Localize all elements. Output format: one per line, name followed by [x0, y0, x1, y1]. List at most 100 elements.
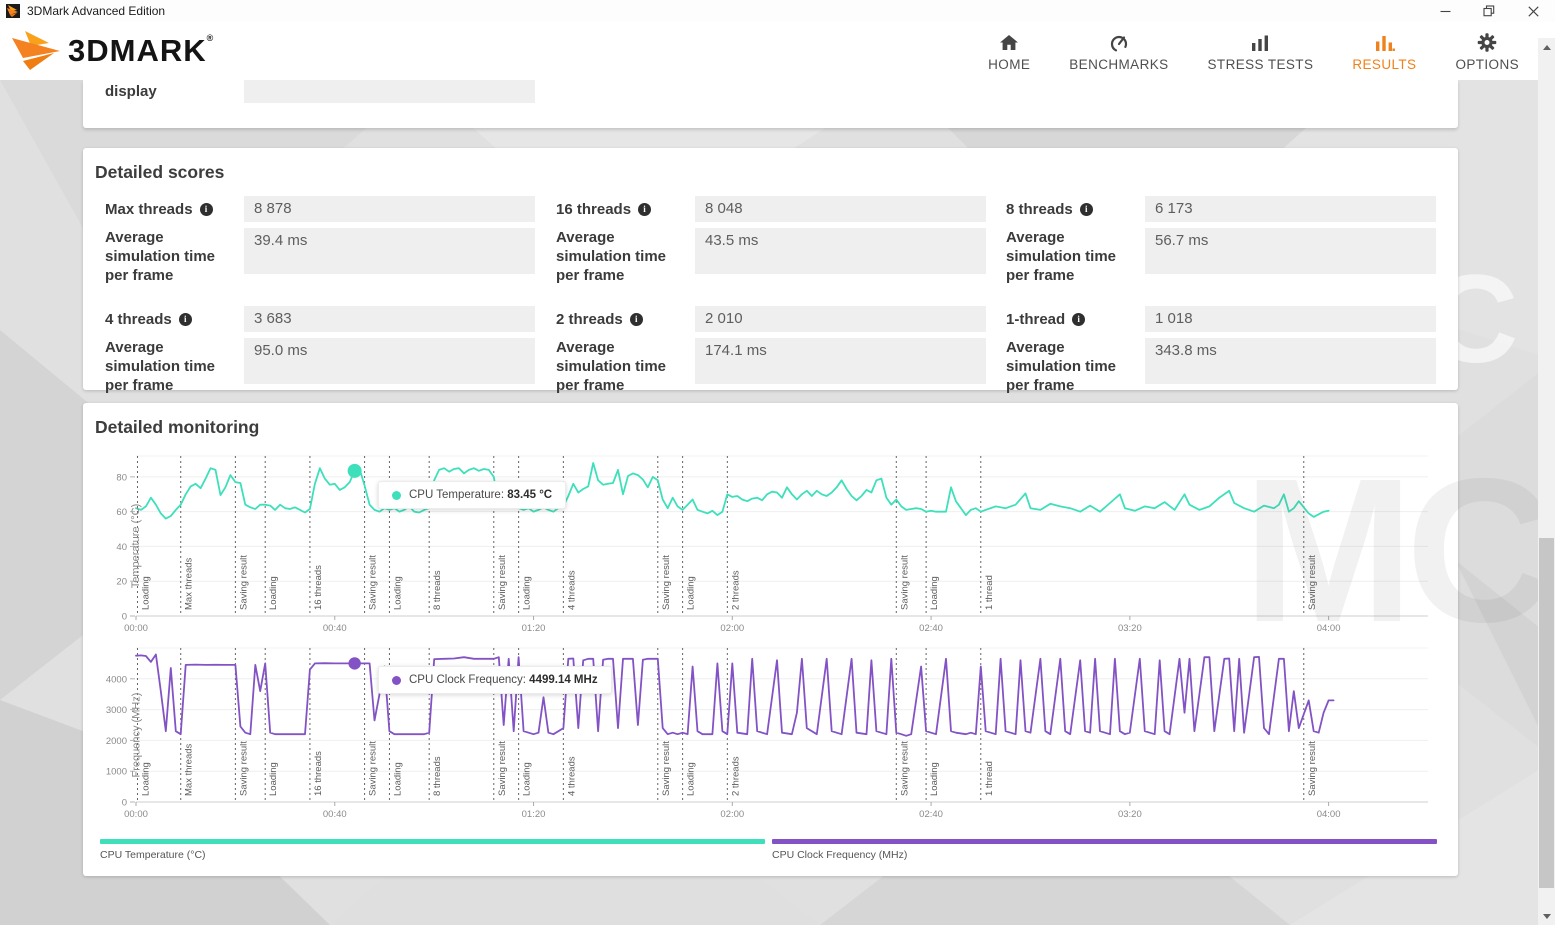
svg-text:4000: 4000	[106, 674, 127, 685]
avg-sim-time-label: Average simulation time per frame	[105, 338, 244, 395]
options-gear-icon	[1476, 31, 1498, 53]
display-label: display	[105, 83, 157, 100]
cpu-frequency-chart[interactable]: Frequency (MHz) 0100020003000400000:0000…	[100, 644, 1438, 826]
avg-sim-time-field: 95.0 ms	[244, 338, 535, 384]
detailed-monitoring-card: Detailed monitoring Temperature (°C) 020…	[83, 403, 1458, 876]
temp-tooltip: CPU Temperature: 83.45 °C	[378, 481, 566, 509]
detailed-scores-title: Detailed scores	[95, 162, 224, 183]
svg-text:1000: 1000	[106, 767, 127, 778]
svg-text:Loading: Loading	[268, 762, 279, 796]
legend-item-temperature[interactable]: CPU Temperature (°C)	[100, 839, 765, 861]
scroll-up-arrow[interactable]	[1538, 40, 1555, 54]
svg-text:Saving result: Saving result	[238, 741, 249, 796]
restore-button[interactable]	[1467, 0, 1511, 22]
info-icon[interactable]: i	[200, 203, 213, 216]
score-value-field: 8 048	[695, 196, 986, 222]
avg-sim-time-label: Average simulation time per frame	[556, 338, 695, 395]
avg-sim-time-field: 56.7 ms	[1145, 228, 1436, 274]
svg-text:03:20: 03:20	[1118, 623, 1142, 634]
nav-item-results[interactable]: RESULTS	[1352, 31, 1416, 72]
score-entry: Max threadsi8 878Average simulation time…	[105, 196, 535, 285]
freq-chart-svg: 0100020003000400000:0000:4001:2002:0002:…	[100, 644, 1438, 824]
svg-text:00:40: 00:40	[323, 623, 347, 634]
svg-text:01:20: 01:20	[522, 623, 546, 634]
score-entry: 1-threadi1 018Average simulation time pe…	[1006, 306, 1436, 395]
nav-label-options: OPTIONS	[1455, 57, 1519, 72]
svg-text:80: 80	[116, 472, 127, 483]
svg-text:1 thread: 1 thread	[984, 761, 995, 796]
detailed-scores-card: Detailed scores Max threadsi8 878Average…	[83, 148, 1458, 390]
legend-label: CPU Temperature (°C)	[100, 849, 765, 861]
svg-text:4 threads: 4 threads	[566, 756, 577, 796]
info-icon[interactable]: i	[630, 313, 643, 326]
svg-text:Saving result: Saving result	[497, 741, 508, 796]
nav-item-options[interactable]: OPTIONS	[1455, 31, 1519, 72]
svg-text:Loading: Loading	[268, 576, 279, 610]
scores-row-2: 4 threadsi3 683Average simulation time p…	[105, 306, 1438, 395]
scores-row-1: Max threadsi8 878Average simulation time…	[105, 196, 1438, 285]
nav-items: HOME BENCHMARKS STRESS TESTS RESULTS OPTIONS	[988, 31, 1555, 72]
svg-text:04:00: 04:00	[1317, 809, 1341, 820]
legend-label: CPU Clock Frequency (MHz)	[772, 849, 1437, 861]
score-value-field: 1 018	[1145, 306, 1436, 332]
nav-item-stress-tests[interactable]: STRESS TESTS	[1208, 31, 1314, 72]
score-value-field: 3 683	[244, 306, 535, 332]
score-label: Max threadsi	[105, 196, 244, 222]
svg-text:02:40: 02:40	[919, 809, 943, 820]
svg-text:Saving result: Saving result	[368, 741, 379, 796]
avg-sim-time-label: Average simulation time per frame	[556, 228, 695, 285]
svg-text:8 threads: 8 threads	[432, 756, 443, 796]
svg-text:20: 20	[116, 577, 127, 588]
svg-text:16 threads: 16 threads	[313, 565, 324, 610]
cpu-temperature-chart[interactable]: Temperature (°C) 02040608000:0000:4001:2…	[100, 448, 1438, 644]
score-entry: 8 threadsi6 173Average simulation time p…	[1006, 196, 1436, 285]
svg-text:4 threads: 4 threads	[566, 570, 577, 610]
legend-item-frequency[interactable]: CPU Clock Frequency (MHz)	[772, 839, 1437, 861]
avg-sim-time-label: Average simulation time per frame	[105, 228, 244, 285]
home-icon	[998, 31, 1020, 53]
score-value-field: 8 878	[244, 196, 535, 222]
avg-sim-time-field: 174.1 ms	[695, 338, 986, 384]
svg-text:Saving result: Saving result	[1307, 555, 1318, 610]
nav-item-benchmarks[interactable]: BENCHMARKS	[1069, 31, 1168, 72]
svg-text:02:40: 02:40	[919, 623, 943, 634]
score-label: 8 threadsi	[1006, 196, 1145, 222]
minimize-button[interactable]	[1423, 0, 1467, 22]
scroll-down-arrow[interactable]	[1538, 909, 1555, 923]
info-icon[interactable]: i	[638, 203, 651, 216]
score-label: 16 threadsi	[556, 196, 695, 222]
avg-sim-time-label: Average simulation time per frame	[1006, 228, 1145, 285]
freq-tooltip-label: CPU Clock Frequency:	[409, 674, 526, 686]
info-icon[interactable]: i	[1072, 313, 1085, 326]
svg-text:Saving result: Saving result	[899, 741, 910, 796]
svg-text:Loading: Loading	[392, 762, 403, 796]
svg-text:0: 0	[122, 798, 127, 809]
freq-axis-label: Frequency (MHz)	[130, 693, 142, 778]
results-bars-icon	[1373, 31, 1395, 53]
svg-text:Max threads: Max threads	[184, 743, 195, 796]
svg-text:60: 60	[116, 507, 127, 518]
svg-text:02:00: 02:00	[720, 809, 744, 820]
info-icon[interactable]: i	[179, 313, 192, 326]
svg-text:Saving result: Saving result	[899, 555, 910, 610]
temp-chart-svg: 02040608000:0000:4001:2002:0002:4003:200…	[100, 448, 1438, 644]
nav-label-benchmarks: BENCHMARKS	[1069, 57, 1168, 72]
window-title: 3DMark Advanced Edition	[27, 4, 165, 18]
svg-text:Loading: Loading	[686, 576, 697, 610]
svg-text:Loading: Loading	[686, 762, 697, 796]
close-button[interactable]	[1511, 0, 1555, 22]
svg-text:0: 0	[122, 612, 127, 623]
minimize-icon	[1440, 6, 1451, 17]
nav-item-home[interactable]: HOME	[988, 31, 1030, 72]
svg-text:Max threads: Max threads	[184, 557, 195, 610]
svg-text:02:00: 02:00	[720, 623, 744, 634]
svg-text:Saving result: Saving result	[661, 555, 672, 610]
svg-text:2 threads: 2 threads	[730, 756, 741, 796]
3dmark-logo[interactable]: 3DMARK®	[12, 31, 213, 71]
avg-sim-time-label: Average simulation time per frame	[1006, 338, 1145, 395]
scrollbar[interactable]	[1538, 38, 1555, 925]
scrollbar-thumb[interactable]	[1539, 538, 1554, 888]
svg-text:Loading: Loading	[522, 576, 533, 610]
info-icon[interactable]: i	[1080, 203, 1093, 216]
svg-text:8 threads: 8 threads	[432, 570, 443, 610]
